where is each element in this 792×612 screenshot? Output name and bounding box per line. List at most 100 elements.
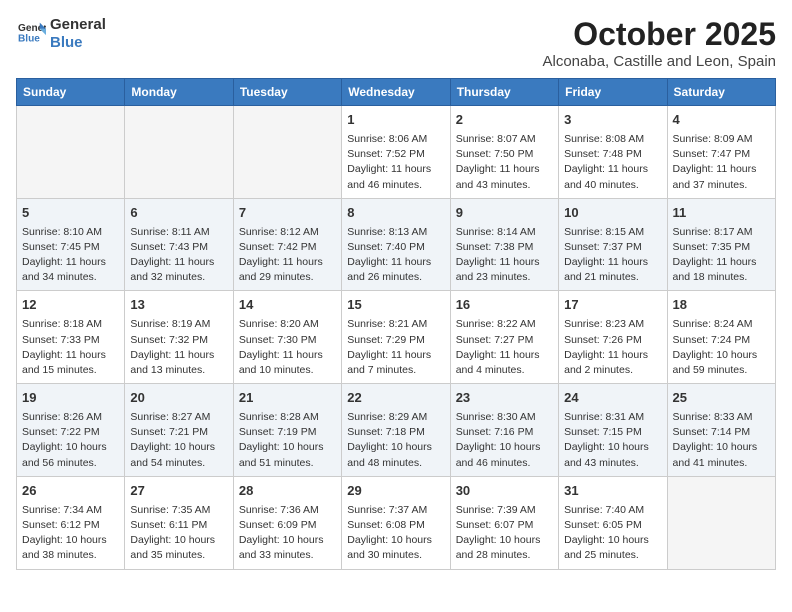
calendar-cell: 7 Sunrise: 8:12 AM Sunset: 7:42 PM Daylig… <box>233 198 341 291</box>
logo-blue: Blue <box>50 34 106 52</box>
calendar-cell: 3 Sunrise: 8:08 AM Sunset: 7:48 PM Daylig… <box>559 106 667 199</box>
day-info: Sunrise: 7:40 AM Sunset: 6:05 PM Dayligh… <box>564 503 661 564</box>
day-number: 16 <box>456 296 553 315</box>
calendar-cell: 28 Sunrise: 7:36 AM Sunset: 6:09 PM Dayli… <box>233 476 341 569</box>
calendar-cell <box>125 106 233 199</box>
logo-icon: General Blue <box>18 21 46 43</box>
day-info: Sunrise: 7:34 AM Sunset: 6:12 PM Dayligh… <box>22 503 119 564</box>
calendar-cell: 4 Sunrise: 8:09 AM Sunset: 7:47 PM Daylig… <box>667 106 775 199</box>
day-number: 6 <box>130 204 227 223</box>
day-info: Sunrise: 8:09 AM Sunset: 7:47 PM Dayligh… <box>673 132 770 193</box>
day-number: 9 <box>456 204 553 223</box>
calendar-header-row: SundayMondayTuesdayWednesdayThursdayFrid… <box>17 79 776 106</box>
day-number: 29 <box>347 482 444 501</box>
day-info: Sunrise: 7:39 AM Sunset: 6:07 PM Dayligh… <box>456 503 553 564</box>
day-number: 28 <box>239 482 336 501</box>
day-number: 23 <box>456 389 553 408</box>
day-number: 20 <box>130 389 227 408</box>
day-info: Sunrise: 8:30 AM Sunset: 7:16 PM Dayligh… <box>456 410 553 471</box>
day-number: 17 <box>564 296 661 315</box>
day-info: Sunrise: 8:31 AM Sunset: 7:15 PM Dayligh… <box>564 410 661 471</box>
calendar-cell: 10 Sunrise: 8:15 AM Sunset: 7:37 PM Dayli… <box>559 198 667 291</box>
calendar-week-row: 1Sunrise: 8:06 AM Sunset: 7:52 PM Daylig… <box>17 106 776 199</box>
day-number: 30 <box>456 482 553 501</box>
day-number: 15 <box>347 296 444 315</box>
calendar-cell: 29 Sunrise: 7:37 AM Sunset: 6:08 PM Dayli… <box>342 476 450 569</box>
day-number: 11 <box>673 204 770 223</box>
day-info: Sunrise: 8:18 AM Sunset: 7:33 PM Dayligh… <box>22 317 119 378</box>
title-block: October 2025 Alconaba, Castille and Leon… <box>543 16 777 70</box>
day-number: 10 <box>564 204 661 223</box>
calendar-cell: 15 Sunrise: 8:21 AM Sunset: 7:29 PM Dayli… <box>342 291 450 384</box>
day-number: 2 <box>456 111 553 130</box>
weekday-header: Thursday <box>450 79 558 106</box>
weekday-header: Sunday <box>17 79 125 106</box>
day-info: Sunrise: 8:33 AM Sunset: 7:14 PM Dayligh… <box>673 410 770 471</box>
day-number: 5 <box>22 204 119 223</box>
calendar-cell: 11 Sunrise: 8:17 AM Sunset: 7:35 PM Dayli… <box>667 198 775 291</box>
calendar-week-row: 5 Sunrise: 8:10 AM Sunset: 7:45 PM Daylig… <box>17 198 776 291</box>
calendar-table: SundayMondayTuesdayWednesdayThursdayFrid… <box>16 78 776 570</box>
calendar-cell: 23 Sunrise: 8:30 AM Sunset: 7:16 PM Dayli… <box>450 384 558 477</box>
day-info: Sunrise: 8:29 AM Sunset: 7:18 PM Dayligh… <box>347 410 444 471</box>
day-info: Sunrise: 7:37 AM Sunset: 6:08 PM Dayligh… <box>347 503 444 564</box>
day-number: 3 <box>564 111 661 130</box>
weekday-header: Wednesday <box>342 79 450 106</box>
day-number: 14 <box>239 296 336 315</box>
calendar-cell: 31 Sunrise: 7:40 AM Sunset: 6:05 PM Dayli… <box>559 476 667 569</box>
calendar-week-row: 19Sunrise: 8:26 AM Sunset: 7:22 PM Dayli… <box>17 384 776 477</box>
calendar-cell <box>667 476 775 569</box>
day-number: 7 <box>239 204 336 223</box>
weekday-header: Friday <box>559 79 667 106</box>
logo-general: General <box>50 16 106 34</box>
calendar-body: 1Sunrise: 8:06 AM Sunset: 7:52 PM Daylig… <box>17 106 776 570</box>
day-info: Sunrise: 8:23 AM Sunset: 7:26 PM Dayligh… <box>564 317 661 378</box>
day-number: 13 <box>130 296 227 315</box>
calendar-cell <box>233 106 341 199</box>
day-number: 8 <box>347 204 444 223</box>
day-number: 1 <box>347 111 444 130</box>
calendar-cell: 26 Sunrise: 7:34 AM Sunset: 6:12 PM Dayli… <box>17 476 125 569</box>
calendar-cell: 18Sunrise: 8:24 AM Sunset: 7:24 PM Dayli… <box>667 291 775 384</box>
day-number: 4 <box>673 111 770 130</box>
day-number: 26 <box>22 482 119 501</box>
day-info: Sunrise: 8:08 AM Sunset: 7:48 PM Dayligh… <box>564 132 661 193</box>
weekday-header: Monday <box>125 79 233 106</box>
day-info: Sunrise: 8:27 AM Sunset: 7:21 PM Dayligh… <box>130 410 227 471</box>
day-info: Sunrise: 8:19 AM Sunset: 7:32 PM Dayligh… <box>130 317 227 378</box>
day-info: Sunrise: 8:26 AM Sunset: 7:22 PM Dayligh… <box>22 410 119 471</box>
day-info: Sunrise: 8:21 AM Sunset: 7:29 PM Dayligh… <box>347 317 444 378</box>
page-subtitle: Alconaba, Castille and Leon, Spain <box>543 53 777 70</box>
day-info: Sunrise: 8:17 AM Sunset: 7:35 PM Dayligh… <box>673 225 770 286</box>
calendar-cell: 30 Sunrise: 7:39 AM Sunset: 6:07 PM Dayli… <box>450 476 558 569</box>
calendar-cell: 22 Sunrise: 8:29 AM Sunset: 7:18 PM Dayli… <box>342 384 450 477</box>
calendar-cell: 19Sunrise: 8:26 AM Sunset: 7:22 PM Dayli… <box>17 384 125 477</box>
day-info: Sunrise: 8:13 AM Sunset: 7:40 PM Dayligh… <box>347 225 444 286</box>
day-number: 27 <box>130 482 227 501</box>
calendar-week-row: 26 Sunrise: 7:34 AM Sunset: 6:12 PM Dayli… <box>17 476 776 569</box>
calendar-cell: 9 Sunrise: 8:14 AM Sunset: 7:38 PM Daylig… <box>450 198 558 291</box>
calendar-cell: 6Sunrise: 8:11 AM Sunset: 7:43 PM Daylig… <box>125 198 233 291</box>
calendar-week-row: 12 Sunrise: 8:18 AM Sunset: 7:33 PM Dayli… <box>17 291 776 384</box>
weekday-header: Tuesday <box>233 79 341 106</box>
day-info: Sunrise: 7:36 AM Sunset: 6:09 PM Dayligh… <box>239 503 336 564</box>
calendar-cell: 8 Sunrise: 8:13 AM Sunset: 7:40 PM Daylig… <box>342 198 450 291</box>
day-info: Sunrise: 8:10 AM Sunset: 7:45 PM Dayligh… <box>22 225 119 286</box>
day-number: 22 <box>347 389 444 408</box>
day-number: 31 <box>564 482 661 501</box>
day-info: Sunrise: 8:12 AM Sunset: 7:42 PM Dayligh… <box>239 225 336 286</box>
day-info: Sunrise: 8:28 AM Sunset: 7:19 PM Dayligh… <box>239 410 336 471</box>
day-number: 25 <box>673 389 770 408</box>
day-number: 12 <box>22 296 119 315</box>
calendar-cell: 2Sunrise: 8:07 AM Sunset: 7:50 PM Daylig… <box>450 106 558 199</box>
calendar-cell: 25 Sunrise: 8:33 AM Sunset: 7:14 PM Dayli… <box>667 384 775 477</box>
calendar-cell: 17 Sunrise: 8:23 AM Sunset: 7:26 PM Dayli… <box>559 291 667 384</box>
calendar-cell: 13 Sunrise: 8:19 AM Sunset: 7:32 PM Dayli… <box>125 291 233 384</box>
day-info: Sunrise: 8:15 AM Sunset: 7:37 PM Dayligh… <box>564 225 661 286</box>
day-info: Sunrise: 8:14 AM Sunset: 7:38 PM Dayligh… <box>456 225 553 286</box>
calendar-cell: 14Sunrise: 8:20 AM Sunset: 7:30 PM Dayli… <box>233 291 341 384</box>
logo: General Blue General Blue <box>16 16 106 52</box>
calendar-cell: 20 Sunrise: 8:27 AM Sunset: 7:21 PM Dayli… <box>125 384 233 477</box>
calendar-cell: 1Sunrise: 8:06 AM Sunset: 7:52 PM Daylig… <box>342 106 450 199</box>
page-title: October 2025 <box>543 16 777 53</box>
